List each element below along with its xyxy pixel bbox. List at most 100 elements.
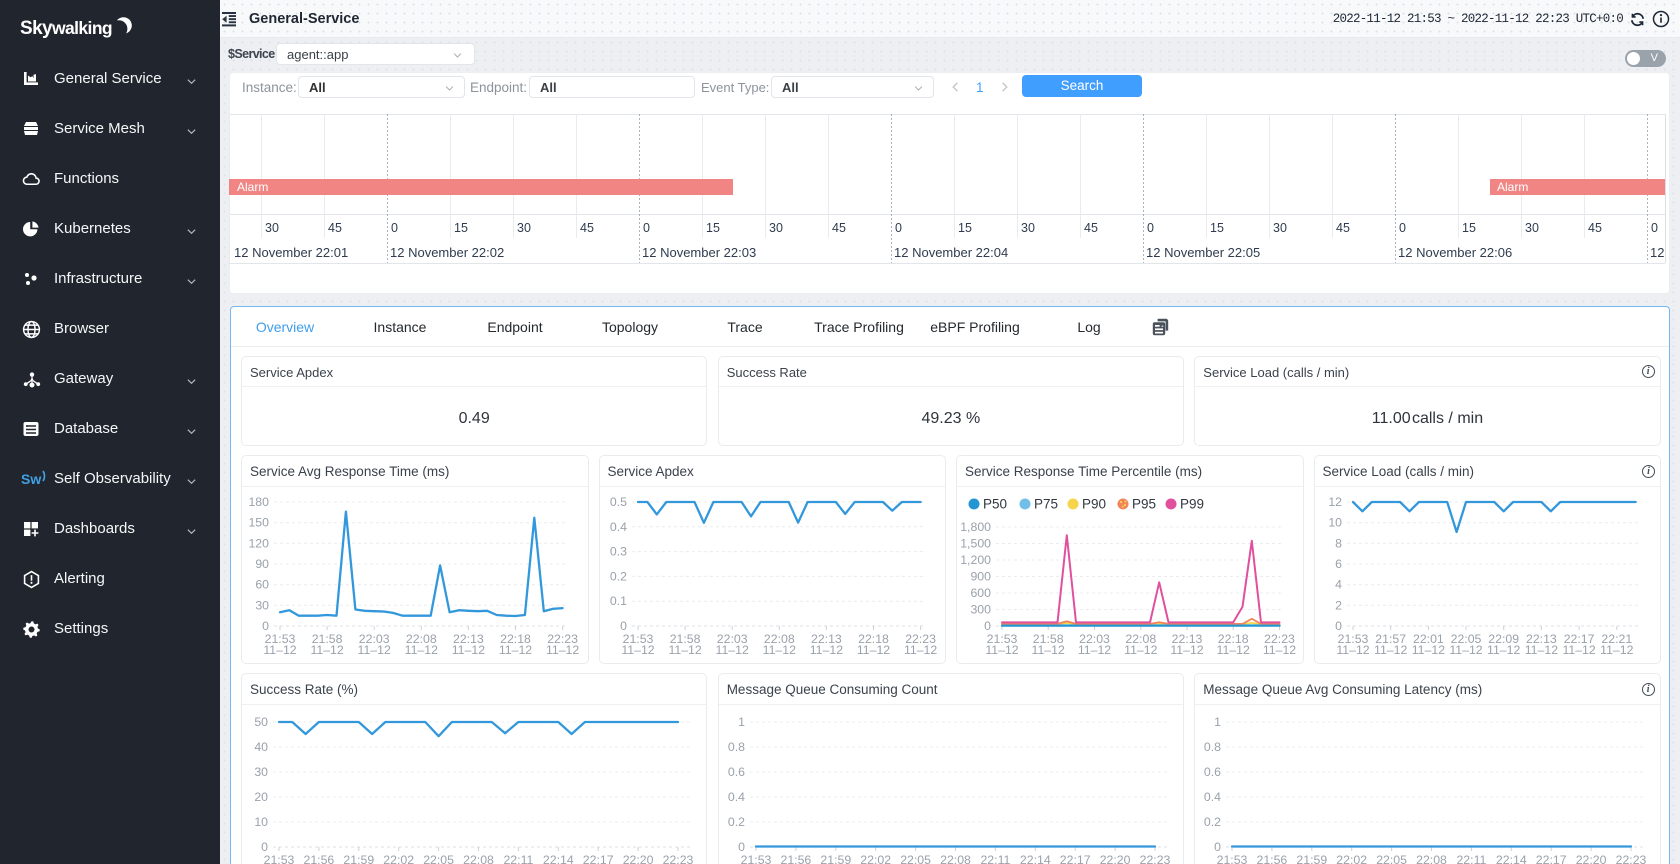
svg-text:22:05: 22:05 <box>1377 853 1408 864</box>
svg-text:900: 900 <box>970 570 991 584</box>
svg-text:11–12: 11–12 <box>452 643 485 657</box>
svg-text:22:14: 22:14 <box>543 853 574 864</box>
svg-text:22:05: 22:05 <box>423 853 454 864</box>
svg-text:11–12: 11–12 <box>310 643 343 657</box>
svg-text:P99: P99 <box>1180 497 1204 512</box>
svg-text:22:14: 22:14 <box>1020 853 1051 864</box>
svg-text:22:02: 22:02 <box>383 853 414 864</box>
svg-text:21:59: 21:59 <box>820 853 851 864</box>
svg-text:0.4: 0.4 <box>1204 790 1221 804</box>
svg-text:22:23: 22:23 <box>1616 853 1647 864</box>
svg-text:0: 0 <box>984 619 991 633</box>
svg-text:0.8: 0.8 <box>728 740 745 754</box>
svg-text:10: 10 <box>1328 516 1342 530</box>
svg-text:21:53: 21:53 <box>740 853 771 864</box>
svg-text:40: 40 <box>254 740 268 754</box>
svg-text:11–12: 11–12 <box>499 643 532 657</box>
svg-text:1,200: 1,200 <box>960 553 991 567</box>
svg-text:0.1: 0.1 <box>609 594 626 608</box>
svg-text:21:59: 21:59 <box>343 853 374 864</box>
svg-text:11–12: 11–12 <box>1374 643 1407 657</box>
svg-text:21:56: 21:56 <box>780 853 811 864</box>
svg-text:0.4: 0.4 <box>728 790 745 804</box>
svg-text:22:11: 22:11 <box>503 853 533 864</box>
svg-text:20: 20 <box>254 790 268 804</box>
svg-text:21:59: 21:59 <box>1297 853 1328 864</box>
svg-text:11–12: 11–12 <box>1336 643 1369 657</box>
svg-text:0.4: 0.4 <box>609 520 626 534</box>
svg-text:60: 60 <box>255 578 269 592</box>
svg-text:22:17: 22:17 <box>1536 853 1567 864</box>
svg-text:4: 4 <box>1335 578 1342 592</box>
svg-text:22:02: 22:02 <box>860 853 891 864</box>
svg-text:11–12: 11–12 <box>1562 643 1595 657</box>
svg-text:P75: P75 <box>1034 497 1058 512</box>
svg-text:8: 8 <box>1335 536 1342 550</box>
svg-text:0: 0 <box>1335 619 1342 633</box>
svg-text:22:23: 22:23 <box>1139 853 1170 864</box>
svg-text:11–12: 11–12 <box>1217 643 1250 657</box>
svg-text:22:17: 22:17 <box>1059 853 1090 864</box>
svg-text:11–12: 11–12 <box>809 643 842 657</box>
svg-text:22:20: 22:20 <box>623 853 654 864</box>
svg-text:1,500: 1,500 <box>960 537 991 551</box>
svg-text:2: 2 <box>1335 598 1342 612</box>
svg-text:11–12: 11–12 <box>1263 643 1296 657</box>
svg-text:30: 30 <box>254 765 268 779</box>
svg-text:11–12: 11–12 <box>1124 643 1157 657</box>
svg-text:22:08: 22:08 <box>463 853 494 864</box>
svg-text:11–12: 11–12 <box>405 643 438 657</box>
svg-text:21:56: 21:56 <box>304 853 335 864</box>
svg-text:600: 600 <box>970 586 991 600</box>
svg-text:11–12: 11–12 <box>1487 643 1520 657</box>
svg-text:11–12: 11–12 <box>668 643 701 657</box>
svg-text:1: 1 <box>1214 715 1221 729</box>
svg-text:11–12: 11–12 <box>358 643 391 657</box>
svg-text:11–12: 11–12 <box>1524 643 1557 657</box>
svg-text:11–12: 11–12 <box>1032 643 1065 657</box>
svg-text:11–12: 11–12 <box>762 643 795 657</box>
svg-text:50: 50 <box>254 715 268 729</box>
svg-text:11–12: 11–12 <box>1449 643 1482 657</box>
svg-text:90: 90 <box>255 557 269 571</box>
svg-text:0: 0 <box>262 619 269 633</box>
svg-text:22:14: 22:14 <box>1496 853 1527 864</box>
svg-text:11–12: 11–12 <box>856 643 889 657</box>
svg-text:11–12: 11–12 <box>985 643 1018 657</box>
svg-text:0.2: 0.2 <box>728 815 745 829</box>
svg-text:22:11: 22:11 <box>980 853 1010 864</box>
svg-text:0.8: 0.8 <box>1204 740 1221 754</box>
svg-text:11–12: 11–12 <box>1600 643 1633 657</box>
svg-text:180: 180 <box>248 495 269 509</box>
svg-text:22:08: 22:08 <box>940 853 971 864</box>
svg-text:0.2: 0.2 <box>1204 815 1221 829</box>
svg-text:22:20: 22:20 <box>1576 853 1607 864</box>
svg-text:6: 6 <box>1335 557 1342 571</box>
svg-text:10: 10 <box>254 815 268 829</box>
svg-text:P50: P50 <box>983 497 1007 512</box>
svg-text:P95: P95 <box>1132 497 1156 512</box>
svg-text:21:53: 21:53 <box>1217 853 1248 864</box>
svg-text:0.2: 0.2 <box>609 569 626 583</box>
svg-text:120: 120 <box>248 536 269 550</box>
svg-text:22:17: 22:17 <box>583 853 614 864</box>
svg-text:1,800: 1,800 <box>960 520 991 534</box>
svg-text:0.6: 0.6 <box>1204 765 1221 779</box>
svg-text:0.6: 0.6 <box>728 765 745 779</box>
svg-text:12: 12 <box>1328 495 1342 509</box>
svg-text:21:53: 21:53 <box>264 853 295 864</box>
svg-text:22:05: 22:05 <box>900 853 931 864</box>
svg-text:11–12: 11–12 <box>546 643 579 657</box>
svg-text:11–12: 11–12 <box>263 643 296 657</box>
svg-text:22:08: 22:08 <box>1416 853 1447 864</box>
svg-text:11–12: 11–12 <box>903 643 936 657</box>
svg-text:22:11: 22:11 <box>1457 853 1487 864</box>
svg-text:300: 300 <box>970 603 991 617</box>
svg-text:0: 0 <box>1214 840 1221 854</box>
svg-text:22:20: 22:20 <box>1099 853 1130 864</box>
svg-text:1: 1 <box>738 715 745 729</box>
svg-text:11–12: 11–12 <box>621 643 654 657</box>
svg-text:11–12: 11–12 <box>715 643 748 657</box>
svg-text:11–12: 11–12 <box>1170 643 1203 657</box>
svg-text:0.3: 0.3 <box>609 545 626 559</box>
